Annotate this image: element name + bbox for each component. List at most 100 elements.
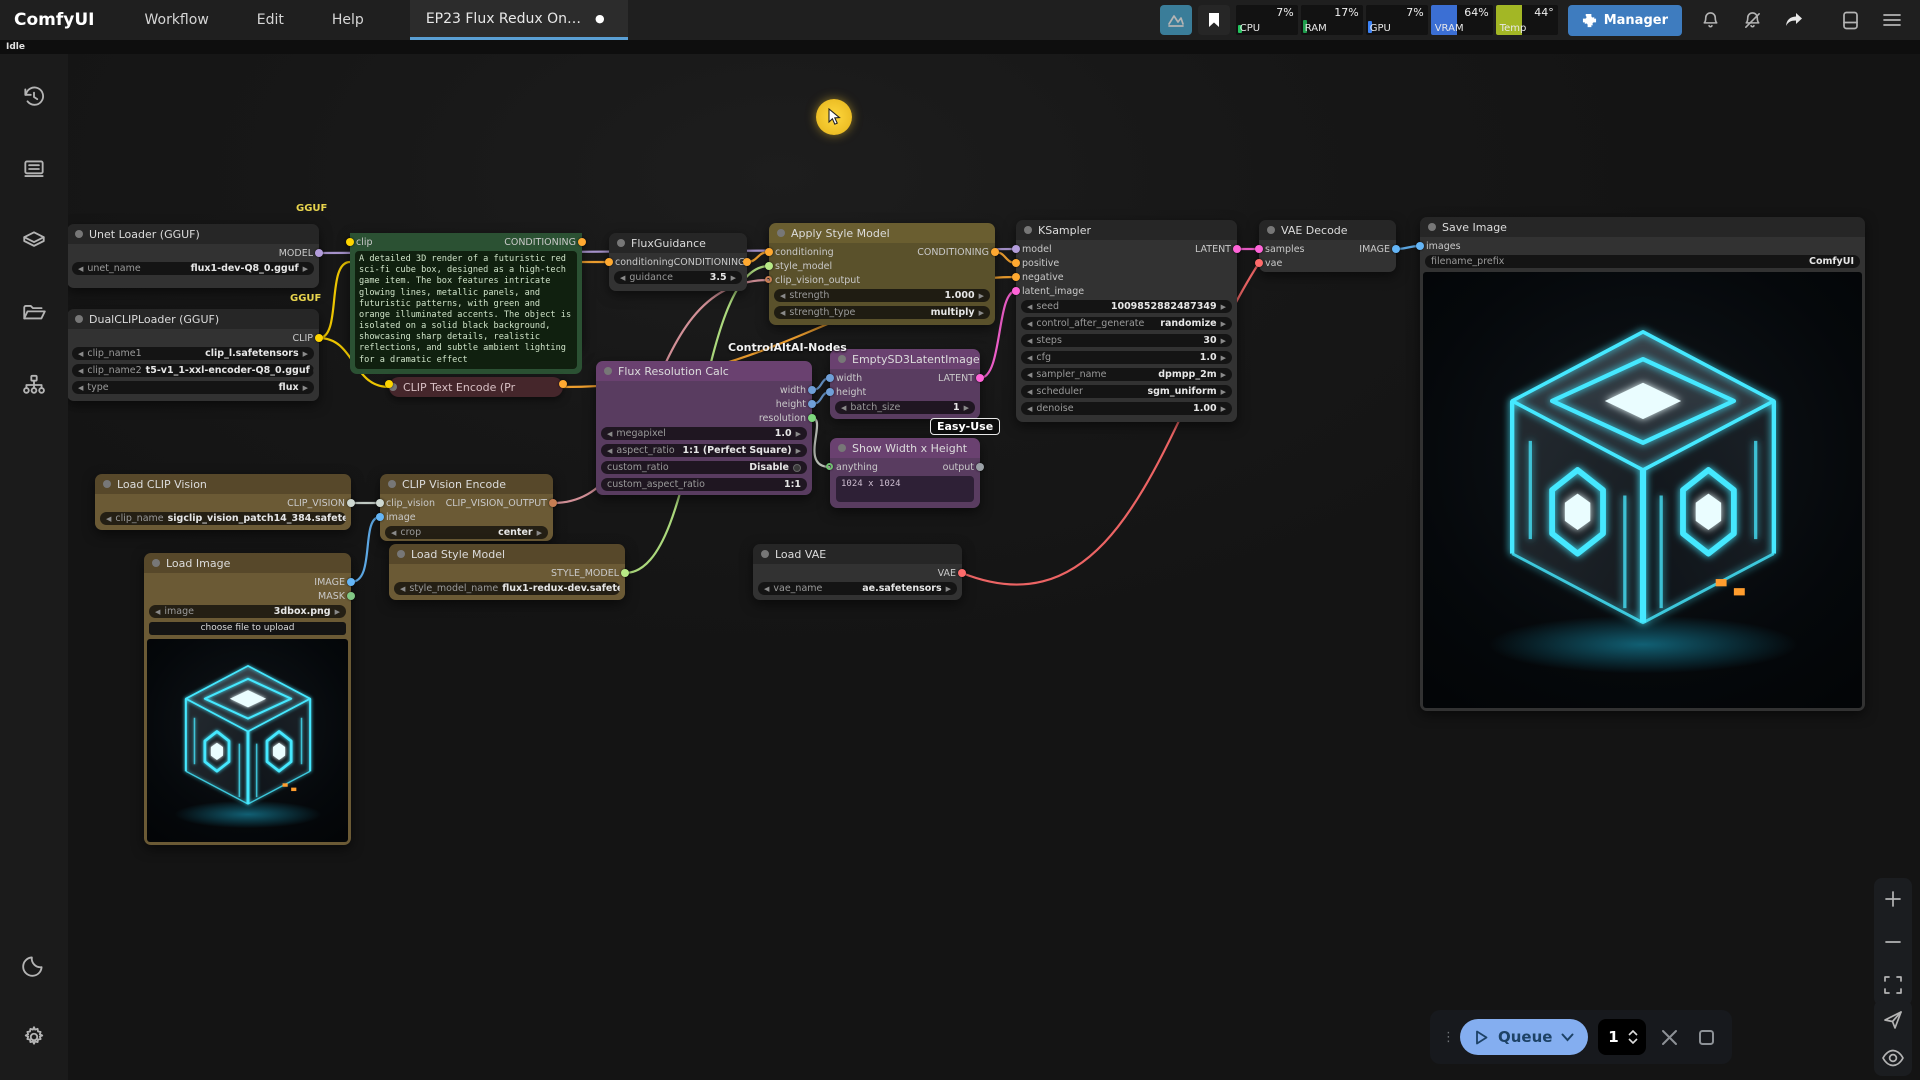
widget-left-arrow-icon[interactable]: ◀ — [400, 585, 405, 593]
slot-dot[interactable] — [605, 258, 613, 266]
graph-badge-icon[interactable] — [1160, 5, 1192, 35]
node-title-bar[interactable]: DualCLIPLoader (GGUF) — [67, 309, 319, 329]
widget-clip_name2[interactable]: ◀clip_name2t5-v1_1-xxl-encoder-Q8_0.gguf… — [72, 364, 314, 377]
node-title-bar[interactable]: Apply Style Model — [769, 223, 995, 243]
slot-dot[interactable] — [826, 388, 834, 396]
widget-scheduler[interactable]: ◀schedulersgm_uniform▶ — [1021, 385, 1232, 398]
node-flux-resolution-calc[interactable]: Flux Resolution Calcwidthheightresolutio… — [596, 361, 812, 495]
slot-dot[interactable] — [549, 499, 557, 507]
slot-dot[interactable] — [991, 248, 999, 256]
node-title-bar[interactable]: Load Image — [144, 553, 351, 573]
widget-left-arrow-icon[interactable]: ◀ — [1027, 303, 1032, 311]
collapse-dot-icon[interactable] — [838, 355, 846, 363]
widget-left-arrow-icon[interactable]: ◀ — [78, 384, 83, 392]
widget-left-arrow-icon[interactable]: ◀ — [780, 292, 785, 300]
slot-dot[interactable] — [376, 499, 384, 507]
eye-icon[interactable] — [1882, 1049, 1904, 1067]
slot-dot[interactable] — [621, 569, 629, 577]
widget-unet_name[interactable]: ◀unet_nameflux1-dev-Q8_0.gguf▶ — [72, 262, 314, 275]
queue-button[interactable]: Queue — [1460, 1019, 1588, 1055]
node-ksampler[interactable]: KSamplermodelLATENTpositivenegativelaten… — [1016, 220, 1237, 422]
slot-dot[interactable] — [559, 380, 567, 388]
output-slot-LATENT[interactable]: LATENT — [938, 373, 974, 384]
theme-toggle-moon-icon[interactable] — [0, 936, 68, 994]
input-slot-clip[interactable]: clip — [356, 237, 373, 248]
widget-right-arrow-icon[interactable]: ▶ — [979, 309, 984, 317]
bell-slash-icon[interactable] — [1734, 5, 1770, 35]
bottom-panel-toggle-icon[interactable] — [1832, 5, 1868, 35]
slot-dot[interactable] — [808, 414, 816, 422]
node-title-bar[interactable]: Load VAE — [753, 544, 962, 564]
widget-left-arrow-icon[interactable]: ◀ — [1027, 354, 1032, 362]
output-slot-MASK[interactable]: MASK — [318, 591, 345, 602]
node-vae-decode[interactable]: VAE DecodesamplesIMAGEvae — [1259, 220, 1396, 272]
zoom-out-icon[interactable] — [1883, 932, 1903, 952]
widget-control_after_generate[interactable]: ◀control_after_generaterandomize▶ — [1021, 317, 1232, 330]
slot-dot[interactable] — [976, 374, 984, 382]
widget-left-arrow-icon[interactable]: ◀ — [1027, 405, 1032, 413]
widget-steps[interactable]: ◀steps30▶ — [1021, 334, 1232, 347]
slot-dot[interactable] — [1416, 242, 1424, 250]
output-slot-CLIP[interactable]: CLIP — [293, 333, 313, 344]
batch-count-input[interactable]: 1 — [1598, 1019, 1646, 1055]
widget-image[interactable]: ◀image3dbox.png▶ — [149, 605, 346, 618]
collapse-dot-icon[interactable] — [75, 230, 83, 238]
widget-right-arrow-icon[interactable]: ▶ — [537, 529, 542, 537]
link-visibility-send-icon[interactable] — [1883, 1010, 1903, 1030]
widget-denoise[interactable]: ◀denoise1.00▶ — [1021, 402, 1232, 415]
widget-left-arrow-icon[interactable]: ◀ — [78, 367, 83, 375]
output-slot-LATENT[interactable]: LATENT — [1195, 244, 1231, 255]
widget-left-arrow-icon[interactable]: ◀ — [780, 309, 785, 317]
collapse-dot-icon[interactable] — [397, 550, 405, 558]
widget-custom_ratio[interactable]: custom_ratioDisable — [601, 461, 807, 474]
input-slot-conditioning[interactable]: conditioning — [775, 247, 834, 258]
prompt-textarea[interactable]: A detailed 3D render of a futuristic red… — [355, 251, 577, 369]
input-slot-clip_vision[interactable]: clip_vision — [386, 498, 435, 509]
clear-queue-icon[interactable] — [1656, 1020, 1683, 1054]
node-title-bar[interactable]: Show Width x Height — [830, 438, 980, 458]
output-slot-IMAGE[interactable]: IMAGE — [1359, 244, 1390, 255]
widget-left-arrow-icon[interactable]: ◀ — [764, 585, 769, 593]
widget-right-arrow-icon[interactable]: ▶ — [1221, 371, 1226, 379]
input-slot-samples[interactable]: samples — [1265, 244, 1305, 255]
zoom-in-icon[interactable] — [1883, 889, 1903, 909]
widget-clip_name[interactable]: ◀clip_namesigclip_vision_patch14_384.saf… — [100, 512, 346, 525]
collapse-dot-icon[interactable] — [761, 550, 769, 558]
widget-right-arrow-icon[interactable]: ▶ — [303, 384, 308, 392]
node-title-bar[interactable]: EmptySD3LatentImage — [830, 349, 980, 369]
menu-help[interactable]: Help — [308, 0, 388, 40]
slot-dot[interactable] — [347, 578, 355, 586]
widget-vae_name[interactable]: ◀vae_nameae.safetensors▶ — [758, 582, 957, 595]
output-slot-STYLE_MODEL[interactable]: STYLE_MODEL — [551, 568, 619, 579]
widget-guidance[interactable]: ◀guidance3.5▶ — [614, 271, 742, 284]
slot-dot[interactable] — [1012, 273, 1020, 281]
slot-dot[interactable] — [1012, 245, 1020, 253]
bell-icon[interactable] — [1692, 5, 1728, 35]
output-slot-CONDITIONING[interactable]: CONDITIONING — [917, 247, 989, 258]
widget-right-arrow-icon[interactable]: ▶ — [335, 608, 340, 616]
widget-cfg[interactable]: ◀cfg1.0▶ — [1021, 351, 1232, 364]
input-slot-vae[interactable]: vae — [1265, 258, 1282, 269]
input-slot-clip_vision_output[interactable]: clip_vision_output — [775, 275, 860, 286]
slot-dot[interactable] — [765, 248, 773, 256]
output-slot-CLIP_VISION[interactable]: CLIP_VISION — [287, 498, 345, 509]
collapse-dot-icon[interactable] — [388, 480, 396, 488]
node-title-bar[interactable]: Save Image — [1420, 217, 1865, 237]
node-save-image[interactable]: Save Imageimagesfilename_prefixComfyUI — [1420, 217, 1865, 711]
node-library-icon[interactable] — [0, 212, 68, 270]
node-title-bar[interactable]: Flux Resolution Calc — [596, 361, 812, 381]
hamburger-menu-icon[interactable] — [1874, 5, 1910, 35]
collapse-dot-icon[interactable] — [1267, 226, 1275, 234]
output-slot-height[interactable]: height — [776, 399, 806, 410]
input-slot-conditioning[interactable]: conditioning — [615, 257, 674, 268]
widget-left-arrow-icon[interactable]: ◀ — [620, 274, 625, 282]
output-slot-width[interactable]: width — [780, 385, 806, 396]
node-title-bar[interactable]: Load Style Model — [389, 544, 625, 564]
slot-dot[interactable] — [826, 463, 833, 470]
settings-gear-icon[interactable] — [0, 1008, 68, 1066]
node-apply-style-model[interactable]: Apply Style Model conditioning CONDITIONIN… — [769, 223, 995, 325]
slot-dot[interactable] — [1012, 259, 1020, 267]
history-icon[interactable] — [0, 68, 68, 126]
queue-list-icon[interactable] — [0, 140, 68, 198]
toggle-knob-icon[interactable] — [793, 464, 801, 472]
